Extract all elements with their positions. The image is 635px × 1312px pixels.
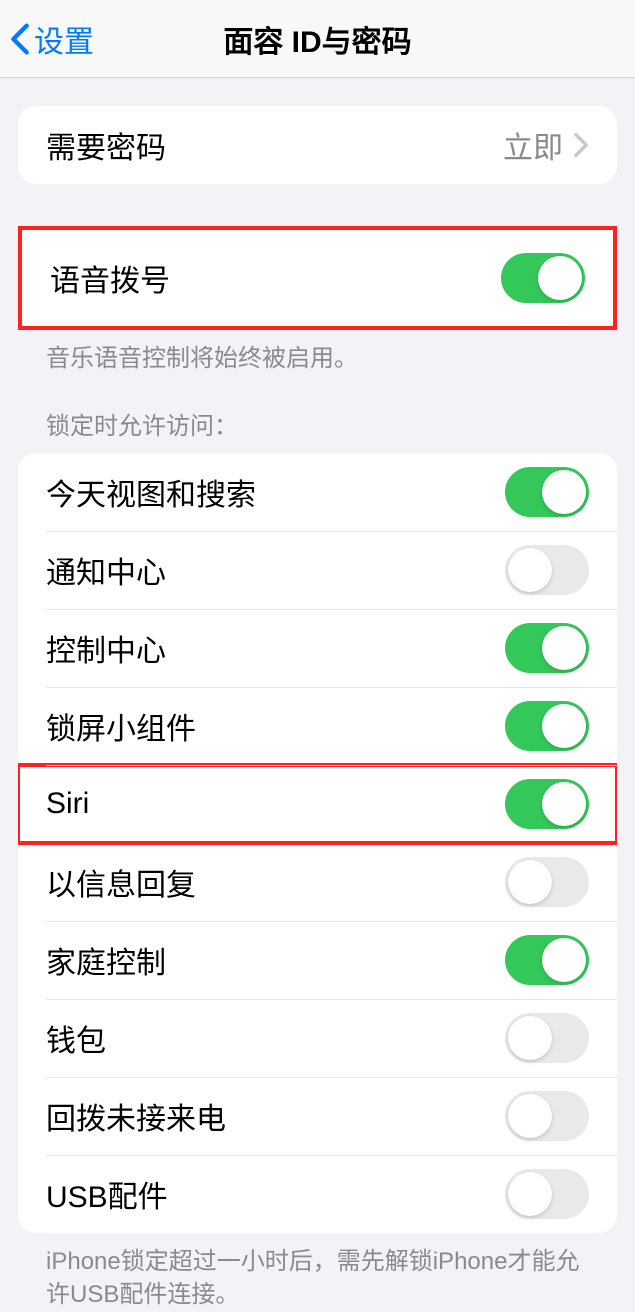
lock-access-toggle[interactable] — [505, 1169, 589, 1219]
lock-access-label: 通知中心 — [46, 548, 166, 592]
lock-access-toggle[interactable] — [505, 467, 589, 517]
back-button[interactable]: 设置 — [10, 17, 94, 61]
page-title: 面容 ID与密码 — [0, 17, 635, 61]
require-passcode-value: 立即 — [503, 123, 563, 167]
lock-access-footer: iPhone锁定超过一小时后，需先解锁iPhone才能允许USB配件连接。 — [18, 1233, 617, 1312]
voice-dial-toggle[interactable] — [501, 253, 585, 303]
lock-access-toggle[interactable] — [505, 935, 589, 985]
lock-access-label: 钱包 — [46, 1016, 106, 1060]
lock-access-label: USB配件 — [46, 1172, 168, 1216]
chevron-left-icon — [10, 22, 30, 56]
lock-access-row: 以信息回复 — [18, 843, 617, 921]
lock-access-row: 今天视图和搜索 — [18, 453, 617, 531]
lock-access-row: USB配件 — [18, 1155, 617, 1233]
lock-access-label: 锁屏小组件 — [46, 704, 196, 748]
lock-access-toggle[interactable] — [505, 857, 589, 907]
voice-dial-footer: 音乐语音控制将始终被启用。 — [18, 330, 617, 376]
lock-access-toggle[interactable] — [505, 779, 589, 829]
navigation-bar: 设置 面容 ID与密码 — [0, 0, 635, 78]
lock-access-toggle[interactable] — [505, 701, 589, 751]
lock-access-label: 今天视图和搜索 — [46, 470, 256, 514]
lock-access-label: Siri — [46, 787, 89, 821]
lock-access-label: 回拨未接来电 — [46, 1094, 226, 1138]
lock-access-group: 今天视图和搜索通知中心控制中心锁屏小组件 Siri 以信息回复家庭控制钱包回拨未接来… — [18, 453, 617, 1233]
lock-access-header: 锁定时允许访问： — [18, 406, 617, 453]
voice-dial-label: 语音拨号 — [50, 256, 170, 300]
lock-access-toggle[interactable] — [505, 1013, 589, 1063]
voice-dial-row: 语音拨号 — [22, 230, 613, 326]
lock-access-row: 钱包 — [18, 999, 617, 1077]
lock-access-row: 控制中心 — [18, 609, 617, 687]
lock-access-label: 控制中心 — [46, 626, 166, 670]
chevron-right-icon — [573, 132, 589, 158]
back-label: 设置 — [34, 17, 94, 61]
lock-access-label: 以信息回复 — [46, 860, 196, 904]
require-passcode-group: 需要密码 立即 — [18, 106, 617, 184]
require-passcode-label: 需要密码 — [46, 123, 166, 167]
lock-access-toggle[interactable] — [505, 623, 589, 673]
lock-access-row: 回拨未接来电 — [18, 1077, 617, 1155]
lock-access-label: 家庭控制 — [46, 938, 166, 982]
lock-access-row: 锁屏小组件 — [18, 687, 617, 765]
lock-access-row: Siri — [18, 765, 617, 843]
voice-dial-group: 语音拨号 — [18, 226, 617, 330]
require-passcode-row[interactable]: 需要密码 立即 — [18, 106, 617, 184]
lock-access-row: 通知中心 — [18, 531, 617, 609]
lock-access-toggle[interactable] — [505, 1091, 589, 1141]
lock-access-toggle[interactable] — [505, 545, 589, 595]
lock-access-row: 家庭控制 — [18, 921, 617, 999]
